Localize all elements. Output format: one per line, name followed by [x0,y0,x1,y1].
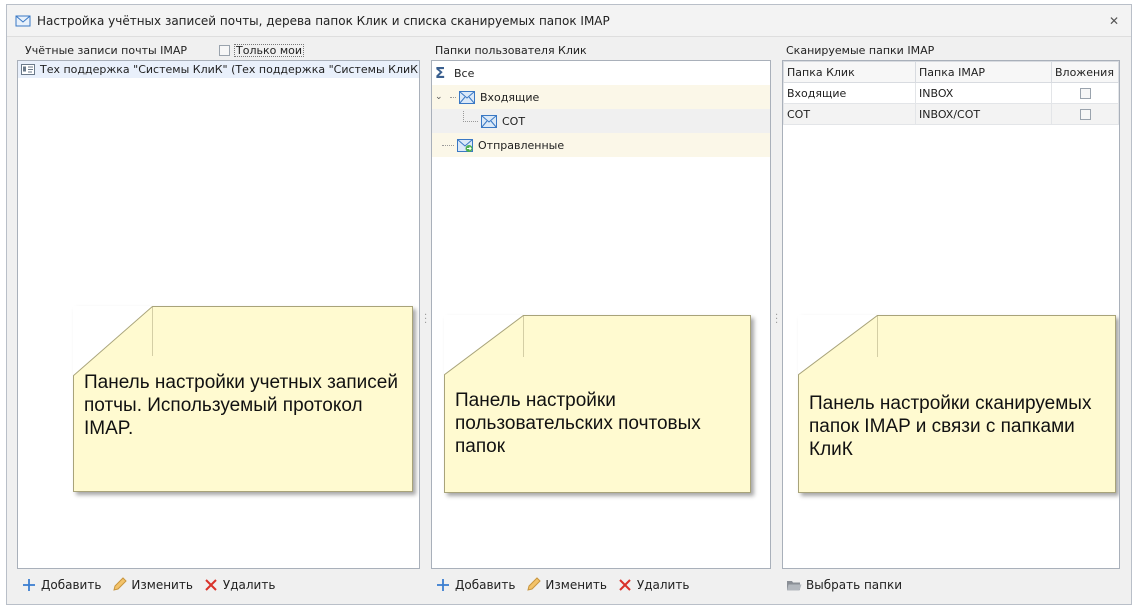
tree-item-label: СОТ [502,114,526,128]
note-text: Панель настройки учетных записей потчы. … [84,372,398,439]
column-header-attachments[interactable]: Вложения [1051,61,1119,83]
add-folder-button[interactable]: Добавить [435,577,515,593]
title-bar: Настройка учётных записей почты, дерева … [7,5,1131,37]
edit-folder-button[interactable]: Изменить [525,577,607,593]
delete-x-icon [203,577,219,593]
select-folders-button[interactable]: Выбрать папки [786,577,902,593]
table-row[interactable]: Входящие INBOX [783,82,1119,104]
mail-sent-icon [457,138,473,152]
cell-imap-folder[interactable]: INBOX/СОТ [915,103,1052,125]
table-row[interactable]: СОТ INBOX/СОТ [783,103,1119,125]
imap-panel-header: Сканируемые папки IMAP [782,40,1120,60]
accounts-panel-header: Учётные записи почты IMAP Только мои [17,40,420,60]
tree-item-label: Отправленные [478,138,565,152]
note-fold-icon [73,306,153,376]
column-header-imap[interactable]: Папка IMAP [915,61,1052,83]
cell-attachments[interactable] [1051,82,1119,104]
accounts-toolbar: Добавить Изменить Удалить [17,569,420,601]
tree-item-sent[interactable]: Отправленные [432,133,770,157]
mail-icon [15,15,31,26]
tree-connector [442,144,454,146]
splitter-handle[interactable]: · · · [775,311,779,329]
folders-panel: Папки пользователя Клик Σ Все ⌄ Входящие… [431,40,771,601]
column-header-klik[interactable]: Папка Клик [783,61,916,83]
tree-item-label: Все [454,66,475,80]
sigma-icon: Σ [435,64,446,82]
annotation-note: Панель настройки сканируемых папок IMAP … [798,315,1116,493]
splitter-handle[interactable]: · · · [424,311,428,329]
edit-account-button[interactable]: Изменить [111,577,193,593]
list-item[interactable]: Тех поддержка "Системы КлиК" (Тех поддер… [18,61,419,78]
folders-tree: Σ Все ⌄ Входящие СОТ Отправленные Панель… [431,60,771,569]
pencil-icon [111,577,128,593]
delete-account-button[interactable]: Удалить [203,577,276,593]
close-icon[interactable]: ✕ [1109,14,1119,28]
accounts-panel: Учётные записи почты IMAP Только мои Тех… [17,40,420,601]
tree-connector [450,96,456,98]
accounts-list: Тех поддержка "Системы КлиК" (Тех поддер… [17,60,420,569]
delete-label: Удалить [636,578,690,592]
folders-panel-header: Папки пользователя Клик [431,40,771,60]
only-mine-checkbox[interactable]: Только мои [219,43,305,57]
add-label: Добавить [455,578,516,592]
folders-toolbar: Добавить Изменить Удалить [431,569,771,601]
tree-item-inbox[interactable]: ⌄ Входящие [432,85,770,109]
mail-icon [459,90,475,104]
imap-panel-title: Сканируемые папки IMAP [786,43,935,57]
delete-folder-button[interactable]: Удалить [617,577,690,593]
tree-item-cot[interactable]: СОТ [432,109,770,133]
imap-table: Папка Клик Папка IMAP Вложения Входящие … [783,61,1119,125]
note-text: Панель настройки сканируемых папок IMAP … [809,393,1092,460]
note-fold-icon [798,315,878,375]
add-account-button[interactable]: Добавить [21,577,101,593]
checkbox-icon[interactable] [219,44,231,56]
contact-card-icon [21,64,35,75]
attachments-checkbox[interactable] [1079,88,1091,99]
imap-panel: Сканируемые папки IMAP Папка Клик Папка … [782,40,1120,601]
attachments-checkbox[interactable] [1079,109,1091,120]
plus-icon [21,577,37,593]
tree-item-label: Входящие [480,90,540,104]
plus-icon [435,577,451,593]
annotation-note: Панель настройки учетных записей потчы. … [73,306,413,492]
cell-imap-folder[interactable]: INBOX [915,82,1052,104]
table-header-row: Папка Клик Папка IMAP Вложения [783,61,1119,83]
imap-toolbar: Выбрать папки [782,569,1120,601]
only-mine-label[interactable]: Только мои [234,43,305,57]
edit-label: Изменить [545,578,607,592]
folders-panel-title: Папки пользователя Клик [435,43,587,57]
cell-klik-folder[interactable]: Входящие [783,82,916,104]
annotation-note: Панель настройки пользовательских почтов… [444,315,751,493]
add-label: Добавить [41,578,102,592]
window-title: Настройка учётных записей почты, дерева … [37,13,610,28]
folder-open-icon [786,577,802,593]
delete-label: Удалить [222,578,276,592]
chevron-down-icon[interactable]: ⌄ [435,92,445,102]
select-folders-label: Выбрать папки [806,578,903,592]
edit-label: Изменить [131,578,193,592]
mail-icon [481,114,497,128]
pencil-icon [525,577,542,593]
cell-attachments[interactable] [1051,103,1119,125]
accounts-panel-title: Учётные записи почты IMAP [25,43,188,57]
note-fold-icon [444,315,524,375]
cell-klik-folder[interactable]: СОТ [783,103,916,125]
tree-connector [463,110,478,122]
note-text: Панель настройки пользовательских почтов… [455,390,701,457]
imap-grid: Папка Клик Папка IMAP Вложения Входящие … [782,60,1120,569]
delete-x-icon [617,577,633,593]
tree-item-all[interactable]: Σ Все [432,61,770,85]
account-label: Тех поддержка "Системы КлиК" (Тех поддер… [40,63,418,76]
